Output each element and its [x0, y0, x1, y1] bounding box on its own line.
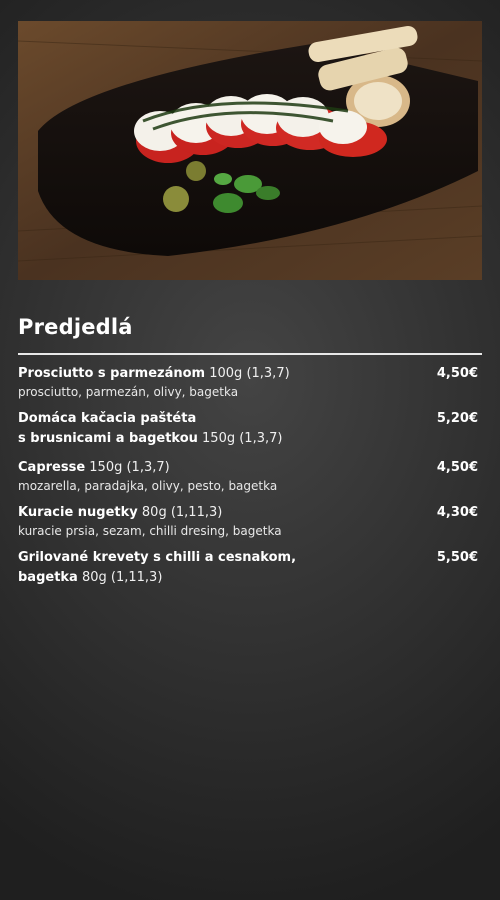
item-weight: 80g (1,11,3) — [137, 505, 223, 520]
section-divider — [18, 353, 482, 355]
menu-item: Capresse 150g (1,3,7) mozarella, paradaj… — [18, 458, 480, 494]
item-description: kuracie prsia, sezam, chilli dresing, ba… — [18, 524, 282, 538]
item-price: 5,20€ — [436, 411, 478, 426]
item-description: prosciutto, parmezán, olivy, bagetka — [18, 385, 239, 399]
item-name-line: Capresse 150g (1,3,7) — [18, 458, 480, 478]
item-name-line: Kuracie nugetky 80g (1,11,3) — [18, 503, 480, 523]
item-name-line: Grilované krevety s chilli a cesnakom, — [18, 548, 480, 568]
item-price: 5,50€ — [436, 550, 478, 565]
item-name-first-line: Domáca kačacia paštéta — [18, 411, 197, 426]
item-weight: 150g (1,3,7) — [85, 460, 170, 475]
item-weight: 150g (1,3,7) — [197, 431, 283, 446]
item-name-line: Domáca kačacia paštéta — [18, 409, 480, 429]
item-name: Capresse — [18, 460, 86, 475]
item-name: Prosciutto s parmezánom — [18, 366, 206, 381]
menu-list: Prosciutto s parmezánom 100g (1,3,7) pro… — [18, 364, 480, 597]
item-name: s brusnicami a bagetkou — [18, 431, 198, 446]
item-price: 4,50€ — [436, 460, 478, 475]
section-title: Predjedlá — [18, 315, 133, 339]
item-price: 4,30€ — [436, 505, 478, 520]
caprese-plate-image — [18, 21, 482, 280]
item-name: bagetka — [18, 570, 78, 585]
item-weight: 80g (1,11,3) — [77, 570, 163, 585]
item-name: Kuracie nugetky — [18, 505, 138, 520]
menu-item: Grilované krevety s chilli a cesnakom, b… — [18, 548, 480, 588]
menu-item: Prosciutto s parmezánom 100g (1,3,7) pro… — [18, 364, 480, 400]
item-weight: 100g (1,3,7) — [205, 366, 290, 381]
item-price: 4,50€ — [436, 366, 478, 381]
menu-item: Kuracie nugetky 80g (1,11,3) kuracie prs… — [18, 503, 480, 539]
hero-food-photo — [18, 21, 482, 280]
menu-item: Domáca kačacia paštéta s brusnicami a ba… — [18, 409, 480, 449]
item-description: mozarella, paradajka, olivy, pesto, bage… — [18, 479, 278, 493]
item-name-line: Prosciutto s parmezánom 100g (1,3,7) — [18, 364, 480, 384]
item-name-line: s brusnicami a bagetkou 150g (1,3,7) — [18, 429, 480, 449]
item-name-first-line: Grilované krevety s chilli a cesnakom, — [18, 550, 297, 565]
item-name-line: bagetka 80g (1,11,3) — [18, 568, 480, 588]
